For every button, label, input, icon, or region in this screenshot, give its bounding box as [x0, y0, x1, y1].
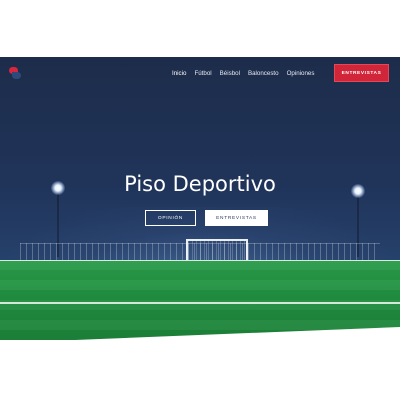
field-stripes [0, 260, 400, 340]
nav-links: Inicio Fútbol Béisbol Baloncesto Opinion… [172, 70, 322, 78]
entrevistas-button[interactable]: ENTREVISTAS [205, 210, 268, 226]
soccer-field [0, 260, 400, 340]
nav-link-opiniones[interactable]: Opiniones [287, 70, 315, 78]
field-line [0, 302, 400, 304]
logo-shape-blue [12, 72, 21, 79]
field-line [0, 260, 400, 261]
entrevistas-nav-button[interactable]: ENTREVISTAS [334, 64, 389, 82]
navbar: Inicio Fútbol Béisbol Baloncesto Opinion… [0, 57, 400, 91]
nav-link-beisbol[interactable]: Béisbol [220, 70, 240, 78]
hero-title: Piso Deportivo [124, 172, 276, 196]
opinion-button[interactable]: OPINIÓN [145, 210, 196, 226]
soccer-goal-icon [186, 239, 248, 261]
nav-link-baloncesto[interactable]: Baloncesto [248, 70, 279, 78]
nav-link-inicio[interactable]: Inicio [172, 70, 186, 78]
nav-link-futbol[interactable]: Fútbol [194, 70, 211, 78]
hero-section [0, 57, 400, 340]
brand-logo-icon[interactable] [9, 67, 21, 79]
